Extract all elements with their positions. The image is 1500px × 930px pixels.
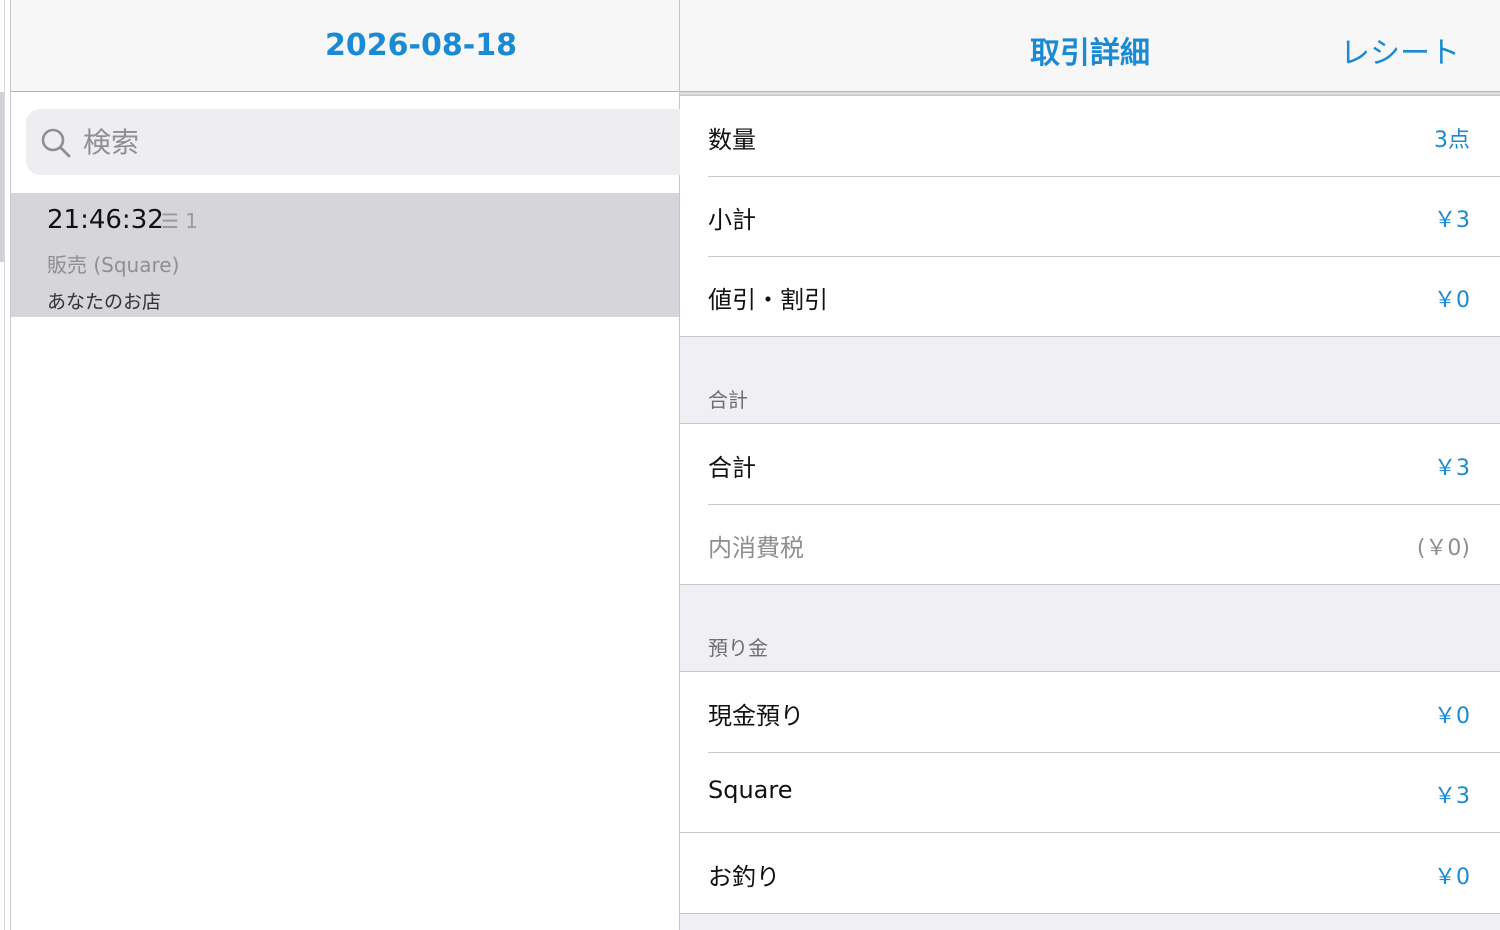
list-nav-bar: 2026-08-18 [11,0,679,92]
discount-label: 値引・割引 [708,286,828,314]
change-label: お釣り [708,863,780,891]
transaction-item-count: ☰ 1 [161,209,199,233]
search-bar[interactable] [26,109,696,175]
deposit-section-header: 預り金 [708,636,768,660]
square-payment-row[interactable]: Square ￥3 [680,752,1500,832]
subtotal-row[interactable]: 小計 ￥3 [680,176,1500,256]
deposit-group: 現金預り ￥0 Square ￥3 [680,671,1500,833]
search-input[interactable] [83,119,663,165]
background-split-edge [0,0,11,930]
receipt-button[interactable]: レシート [1340,28,1460,72]
transaction-row[interactable]: 21:46:32 ☰ 1 販売 (Square) あなたのお店 [11,193,679,317]
cash-deposit-row[interactable]: 現金預り ￥0 [680,672,1500,752]
edge-marker [0,92,4,262]
change-value: ￥0 [1434,865,1470,890]
subtotal-label: 小計 [708,206,756,234]
edge-divider [4,0,5,930]
total-value: ￥3 [1434,456,1470,481]
included-tax-row: 内消費税 (￥0) [680,504,1500,584]
square-payment-label: Square [708,776,793,804]
quantity-label: 数量 [708,126,756,154]
total-row[interactable]: 合計 ￥3 [680,424,1500,504]
detail-nav-bar: 取引詳細 レシート [680,0,1500,92]
total-section-header: 合計 [708,388,748,412]
quantity-row[interactable]: 数量 3点 [680,96,1500,176]
transaction-store: あなたのお店 [47,291,162,313]
change-row[interactable]: お釣り ￥0 [680,833,1500,913]
included-tax-label: 内消費税 [708,534,804,562]
search-icon [41,128,71,158]
transaction-type: 販売 (Square) [47,253,180,277]
transactions-list-panel: 2026-08-18 21:46:32 ☰ 1 販売 (Square) あなたの… [11,0,696,930]
cash-deposit-label: 現金預り [708,702,804,730]
transaction-detail-panel: 取引詳細 レシート 数量 3点 小計 ￥3 値引・割引 ￥0 合計 合計 ￥3 … [680,0,1500,930]
square-payment-value: ￥3 [1434,784,1470,809]
discount-row[interactable]: 値引・割引 ￥0 [680,256,1500,336]
total-label: 合計 [708,454,756,482]
discount-value: ￥0 [1434,288,1470,313]
subtotal-value: ￥3 [1434,208,1470,233]
included-tax-value: (￥0) [1416,536,1470,561]
cash-deposit-value: ￥0 [1434,704,1470,729]
quantity-value: 3点 [1434,128,1470,153]
change-group: お釣り ￥0 [680,832,1500,914]
total-group: 合計 ￥3 内消費税 (￥0) [680,423,1500,585]
summary-group: 数量 3点 小計 ￥3 値引・割引 ￥0 [680,95,1500,337]
transaction-time: 21:46:32 [47,205,164,235]
